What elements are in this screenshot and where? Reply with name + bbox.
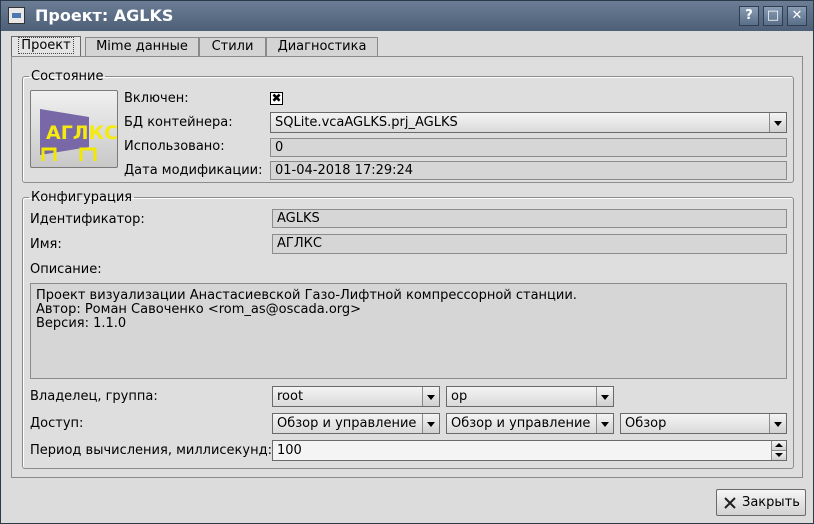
period-value: 100 — [277, 443, 302, 458]
chevron-down-icon — [596, 387, 613, 406]
project-icon-button[interactable]: АГЛКС — [30, 90, 118, 168]
description-label: Описание: — [30, 262, 102, 277]
db-value: SQLite.vcaAGLKS.prj_AGLKS — [275, 115, 458, 130]
owner-value: root — [277, 389, 304, 404]
access-other-value: Обзор — [625, 416, 667, 431]
access-other-select[interactable]: Обзор — [620, 413, 787, 434]
window-title: Проект: AGLKS — [35, 6, 174, 25]
title-bar[interactable]: Проект: AGLKS ? □ ✕ — [1, 1, 813, 31]
aglks-logo-icon: АГЛКС — [40, 109, 118, 161]
chevron-down-icon — [422, 414, 439, 433]
enabled-checkbox[interactable]: ✖ — [270, 92, 283, 105]
tab-mime[interactable]: Mime данные — [85, 37, 199, 56]
app-icon — [8, 7, 25, 24]
access-owner-value: Обзор и управление — [277, 416, 417, 431]
enabled-label: Включен: — [124, 91, 189, 106]
chevron-down-icon — [596, 414, 613, 433]
help-button[interactable]: ? — [739, 6, 759, 26]
used-field[interactable]: 0 — [270, 138, 787, 157]
period-spinbox[interactable]: 100 — [272, 440, 787, 461]
chevron-down-icon — [769, 414, 786, 433]
close-button-label: Закрыть — [742, 495, 800, 510]
tab-diagnostics[interactable]: Диагностика — [266, 37, 378, 56]
logo-text: АГЛКС — [46, 122, 117, 144]
modified-label: Дата модификации: — [124, 163, 263, 178]
chevron-down-icon — [422, 387, 439, 406]
id-label: Идентификатор: — [30, 212, 145, 227]
state-legend: Состояние — [31, 69, 104, 84]
group-select[interactable]: op — [446, 386, 614, 407]
maximize-button[interactable]: □ — [763, 6, 783, 26]
chevron-down-icon — [769, 113, 786, 132]
group-value: op — [451, 389, 468, 404]
tab-label: Проект — [18, 37, 74, 54]
db-label: БД контейнера: — [124, 115, 233, 130]
id-field[interactable]: AGLKS — [272, 209, 787, 228]
owner-label: Владелец, группа: — [30, 389, 158, 404]
spin-buttons — [771, 441, 786, 460]
used-label: Использовано: — [124, 139, 225, 154]
db-select[interactable]: SQLite.vcaAGLKS.prj_AGLKS — [270, 112, 787, 133]
name-label: Имя: — [30, 237, 62, 252]
config-legend: Конфигурация — [31, 190, 133, 205]
tab-styles[interactable]: Стили — [199, 37, 266, 56]
tab-project[interactable]: Проект — [11, 36, 81, 57]
close-icon — [724, 497, 736, 509]
description-textarea[interactable]: Проект визуализации Анастасиевской Газо-… — [30, 283, 787, 379]
modified-field[interactable]: 01-04-2018 17:29:24 — [270, 161, 787, 180]
name-field[interactable]: АГЛКС — [272, 234, 787, 254]
period-label: Период вычисления, миллисекунд: — [30, 443, 272, 458]
access-group-value: Обзор и управление — [451, 416, 591, 431]
access-label: Доступ: — [30, 416, 84, 431]
close-button[interactable]: Закрыть — [716, 489, 806, 516]
access-owner-select[interactable]: Обзор и управление — [272, 413, 440, 434]
owner-select[interactable]: root — [272, 386, 440, 407]
tab-panel-project: Состояние АГЛКС Включен: ✖ БД контейнера… — [11, 56, 803, 478]
access-group-select[interactable]: Обзор и управление — [446, 413, 614, 434]
close-window-button[interactable]: ✕ — [787, 6, 807, 26]
spin-down-icon[interactable] — [772, 451, 786, 460]
spin-up-icon[interactable] — [772, 441, 786, 451]
project-window: Проект: AGLKS ? □ ✕ Проект Mime данные С… — [0, 0, 814, 524]
